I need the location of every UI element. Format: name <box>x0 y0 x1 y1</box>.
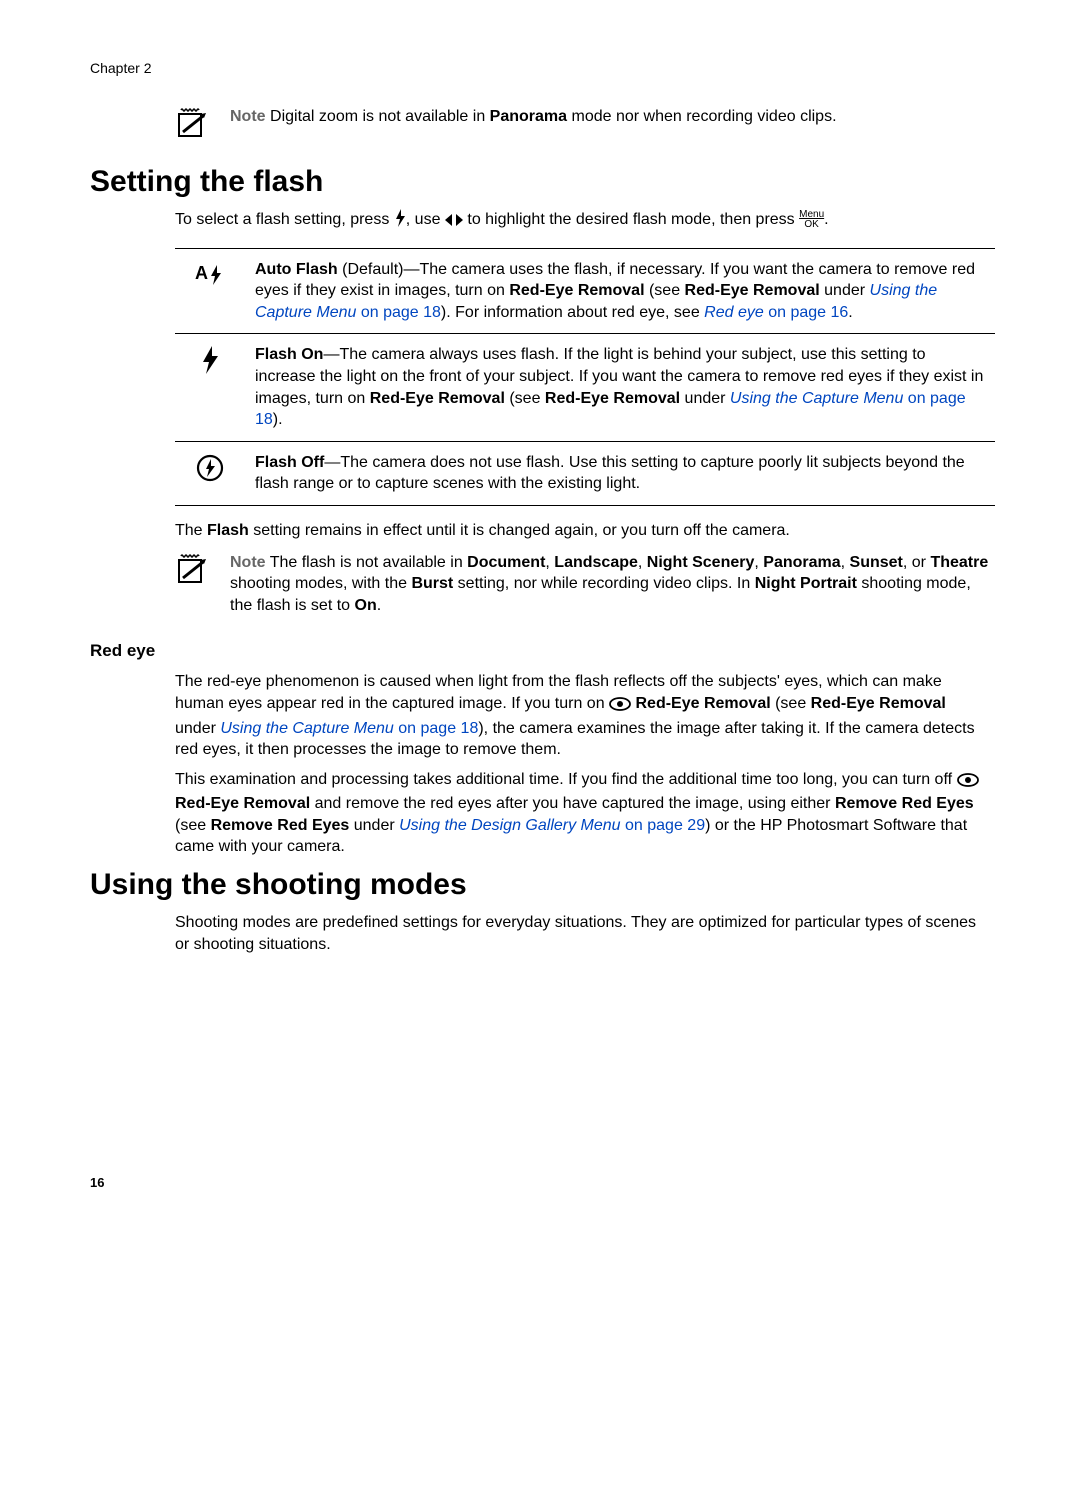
left-right-arrows-icon <box>445 212 463 234</box>
link-capture-menu[interactable]: Using the Capture Menu <box>730 390 903 407</box>
eye-icon <box>957 772 979 794</box>
table-row: Flash On—The camera always uses flash. I… <box>175 334 995 441</box>
auto-flash-icon: A <box>175 248 245 334</box>
flash-off-desc: Flash Off—The camera does not use flash.… <box>245 441 995 505</box>
table-row: Flash Off—The camera does not use flash.… <box>175 441 995 505</box>
auto-flash-desc: Auto Flash (Default)—The camera uses the… <box>245 248 995 334</box>
modes-intro: Shooting modes are predefined settings f… <box>175 912 990 955</box>
note-icon <box>175 552 215 586</box>
eye-icon <box>609 696 631 718</box>
redeye-paragraph-1: The red-eye phenomenon is caused when li… <box>175 671 990 760</box>
heading-setting-flash: Setting the flash <box>90 165 990 199</box>
redeye-paragraph-2: This examination and processing takes ad… <box>175 769 990 858</box>
heading-red-eye: Red eye <box>90 641 990 661</box>
chapter-label: Chapter 2 <box>90 60 990 76</box>
svg-text:A: A <box>195 263 208 283</box>
note-label: Note <box>230 554 266 571</box>
link-capture-menu[interactable]: Using the Capture Menu <box>220 720 393 737</box>
table-row: A Auto Flash (Default)—The camera uses t… <box>175 248 995 334</box>
link-page-16[interactable]: on page 16 <box>764 304 849 321</box>
note-panorama-zoom: Note Digital zoom is not available in Pa… <box>175 106 990 140</box>
heading-shooting-modes: Using the shooting modes <box>90 868 990 902</box>
flash-on-icon <box>175 334 245 441</box>
link-design-gallery[interactable]: Using the Design Gallery Menu <box>399 817 620 834</box>
link-page-18[interactable]: on page 18 <box>394 720 479 737</box>
page-number: 16 <box>90 1175 990 1190</box>
link-red-eye[interactable]: Red eye <box>704 304 764 321</box>
link-page-18[interactable]: on page 18 <box>356 304 441 321</box>
flash-icon <box>394 209 406 234</box>
flash-intro: To select a flash setting, press , use t… <box>175 209 990 234</box>
note-icon <box>175 106 215 140</box>
menu-ok-icon: MenuOK <box>799 210 824 230</box>
flash-off-icon <box>175 441 245 505</box>
flash-on-desc: Flash On—The camera always uses flash. I… <box>245 334 995 441</box>
note-flash-unavailable: Note The flash is not available in Docum… <box>175 552 990 617</box>
flash-modes-table: A Auto Flash (Default)—The camera uses t… <box>175 248 995 506</box>
link-page-29[interactable]: on page 29 <box>621 817 706 834</box>
flash-persist: The Flash setting remains in effect unti… <box>175 520 990 542</box>
note-label: Note <box>230 108 266 125</box>
